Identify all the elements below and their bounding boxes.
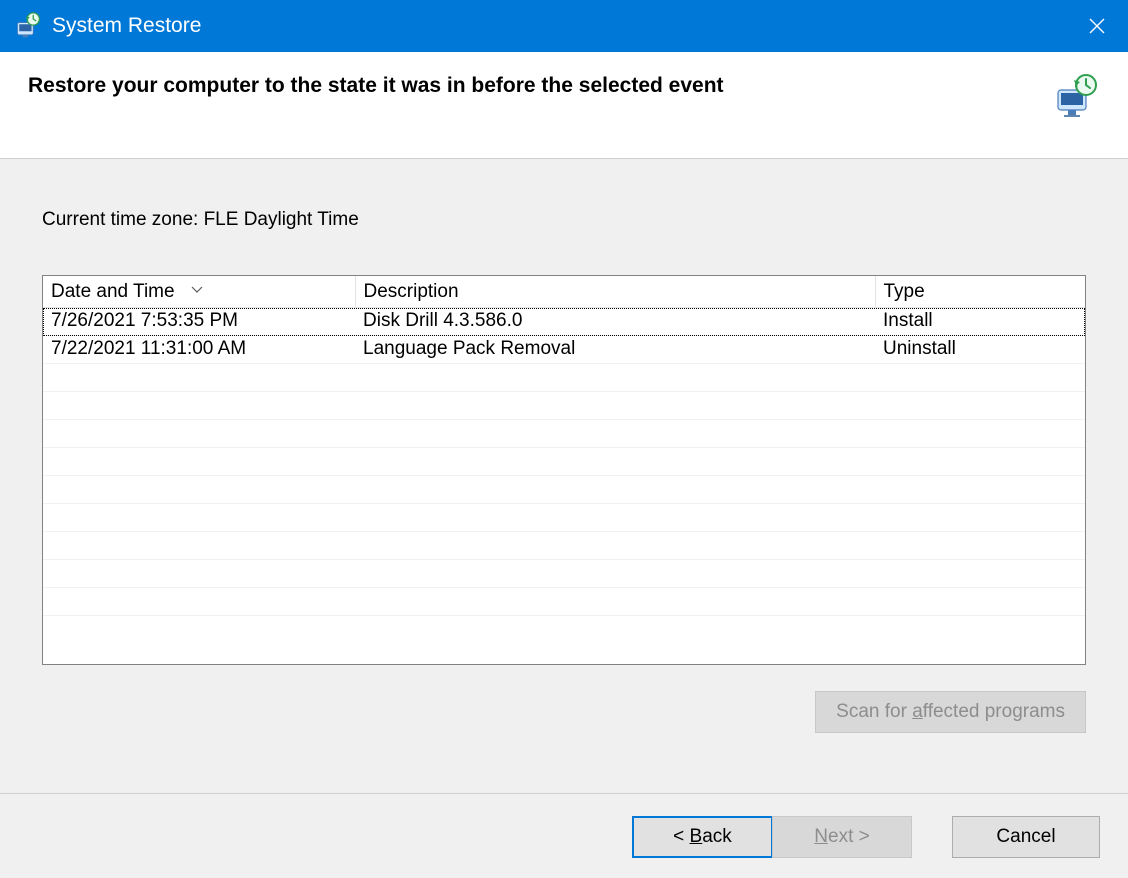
btn-text: ack bbox=[702, 826, 732, 847]
restore-points-table[interactable]: Date and Time Description Type bbox=[42, 275, 1086, 665]
column-header-type-label: Type bbox=[884, 281, 925, 302]
table-row-empty bbox=[43, 616, 1085, 644]
window-title: System Restore bbox=[52, 14, 1066, 38]
table-row-empty bbox=[43, 420, 1085, 448]
scan-button-row: Scan for affected programs bbox=[42, 691, 1086, 733]
table-row-empty bbox=[43, 560, 1085, 588]
sort-descending-icon bbox=[191, 278, 203, 300]
cell-date: 7/22/2021 11:31:00 AM bbox=[43, 336, 355, 364]
wizard-footer: < Back Next > Cancel bbox=[0, 794, 1128, 878]
column-header-date[interactable]: Date and Time bbox=[43, 276, 355, 308]
btn-accel: B bbox=[690, 826, 703, 847]
column-header-description-label: Description bbox=[364, 281, 459, 302]
column-header-type[interactable]: Type bbox=[875, 276, 1085, 308]
table-row-empty bbox=[43, 532, 1085, 560]
scan-for-affected-programs-button[interactable]: Scan for affected programs bbox=[815, 691, 1086, 733]
cell-date: 7/26/2021 7:53:35 PM bbox=[43, 308, 355, 336]
wizard-header: Restore your computer to the state it wa… bbox=[0, 52, 1128, 159]
system-restore-window: System Restore Restore your computer to … bbox=[0, 0, 1128, 878]
table-row-empty bbox=[43, 364, 1085, 392]
column-header-date-label: Date and Time bbox=[51, 281, 175, 302]
cell-description: Disk Drill 4.3.586.0 bbox=[355, 308, 875, 336]
back-button[interactable]: < Back bbox=[632, 816, 772, 858]
table-row-empty bbox=[43, 476, 1085, 504]
titlebar: System Restore bbox=[0, 0, 1128, 52]
btn-text: < bbox=[673, 826, 689, 847]
system-restore-logo-icon bbox=[1052, 74, 1100, 118]
cancel-button[interactable]: Cancel bbox=[952, 816, 1100, 858]
table-row-empty bbox=[43, 448, 1085, 476]
cell-description: Language Pack Removal bbox=[355, 336, 875, 364]
btn-text: Cancel bbox=[996, 826, 1055, 847]
table-row-empty bbox=[43, 588, 1085, 616]
cell-type: Install bbox=[875, 308, 1085, 336]
next-button[interactable]: Next > bbox=[772, 816, 912, 858]
cell-type: Uninstall bbox=[875, 336, 1085, 364]
btn-text: ffected programs bbox=[923, 701, 1065, 722]
btn-text: Scan for bbox=[836, 701, 912, 722]
table-row[interactable]: 7/22/2021 11:31:00 AM Language Pack Remo… bbox=[43, 336, 1085, 364]
btn-text: ext > bbox=[828, 826, 870, 847]
page-heading: Restore your computer to the state it wa… bbox=[28, 74, 724, 98]
nav-button-group: < Back Next > bbox=[632, 816, 912, 858]
table-row[interactable]: 7/26/2021 7:53:35 PM Disk Drill 4.3.586.… bbox=[43, 308, 1085, 336]
table-header-row: Date and Time Description Type bbox=[43, 276, 1085, 308]
table-row-empty bbox=[43, 392, 1085, 420]
btn-accel: a bbox=[912, 701, 923, 722]
close-button[interactable] bbox=[1066, 0, 1128, 52]
table-row-empty bbox=[43, 504, 1085, 532]
system-restore-icon bbox=[14, 12, 42, 40]
btn-accel: N bbox=[814, 826, 828, 847]
timezone-label: Current time zone: FLE Daylight Time bbox=[42, 209, 1086, 231]
content-area: Current time zone: FLE Daylight Time Dat… bbox=[0, 159, 1128, 794]
column-header-description[interactable]: Description bbox=[355, 276, 875, 308]
